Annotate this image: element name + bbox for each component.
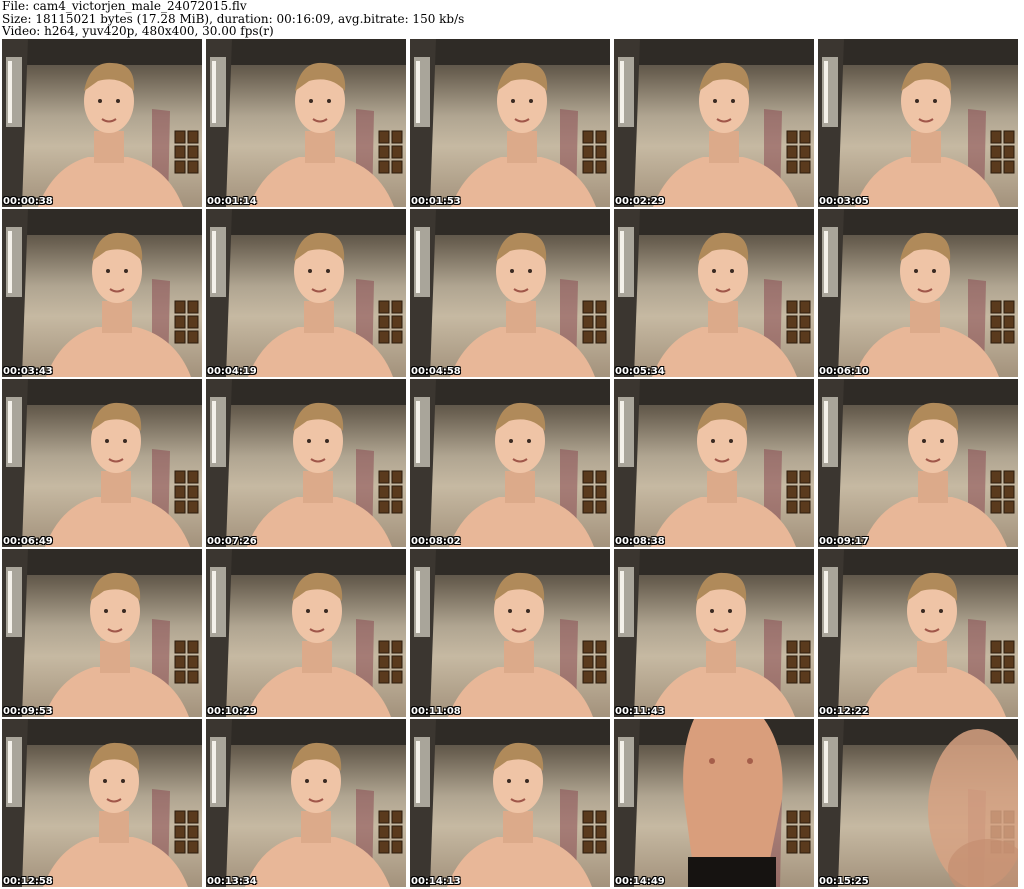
frame-image-face xyxy=(206,549,406,717)
frame-image-face xyxy=(614,209,814,377)
video-thumbnail: 00:12:22 xyxy=(818,549,1018,717)
frame-image-face xyxy=(2,209,202,377)
frame-image-face xyxy=(818,39,1018,207)
video-thumbnail: 00:04:58 xyxy=(410,209,610,377)
video-thumbnail: 00:07:26 xyxy=(206,379,406,547)
video-thumbnail: 00:06:49 xyxy=(2,379,202,547)
video-thumbnail: 00:13:34 xyxy=(206,719,406,887)
frame-timestamp: 00:00:38 xyxy=(3,196,53,207)
frame-timestamp: 00:03:43 xyxy=(3,366,53,377)
video-thumbnail: 00:05:34 xyxy=(614,209,814,377)
frame-timestamp: 00:08:02 xyxy=(411,536,461,547)
frame-timestamp: 00:14:13 xyxy=(411,876,461,887)
video-thumbnail: 00:11:08 xyxy=(410,549,610,717)
frame-image-face xyxy=(410,549,610,717)
video-thumbnail: 00:11:43 xyxy=(614,549,814,717)
file-name-line: File: cam4_victorjen_male_24072015.flv xyxy=(2,0,247,13)
frame-image-blur xyxy=(818,719,1018,887)
frame-image-face xyxy=(818,209,1018,377)
frame-timestamp: 00:01:14 xyxy=(207,196,257,207)
frame-image-face xyxy=(2,719,202,887)
frame-timestamp: 00:13:34 xyxy=(207,876,257,887)
frame-timestamp: 00:04:19 xyxy=(207,366,257,377)
video-thumbnail: 00:01:14 xyxy=(206,39,406,207)
frame-image-face xyxy=(410,39,610,207)
frame-image-face xyxy=(206,719,406,887)
frame-timestamp: 00:04:58 xyxy=(411,366,461,377)
video-thumbnail: 00:03:43 xyxy=(2,209,202,377)
frame-timestamp: 00:03:05 xyxy=(819,196,869,207)
frame-timestamp: 00:10:29 xyxy=(207,706,257,717)
frame-timestamp: 00:07:26 xyxy=(207,536,257,547)
video-thumbnail: 00:06:10 xyxy=(818,209,1018,377)
video-thumbnail: 00:08:02 xyxy=(410,379,610,547)
frame-image-face xyxy=(206,379,406,547)
frame-image-face xyxy=(614,39,814,207)
frame-timestamp: 00:14:49 xyxy=(615,876,665,887)
video-thumbnail: 00:03:05 xyxy=(818,39,1018,207)
frame-timestamp: 00:11:43 xyxy=(615,706,665,717)
frame-image-face xyxy=(206,39,406,207)
frame-image-face xyxy=(2,39,202,207)
video-info-line: Video: h264, yuv420p, 480x400, 30.00 fps… xyxy=(2,24,274,38)
video-thumbnail: 00:08:38 xyxy=(614,379,814,547)
frame-image-face xyxy=(206,209,406,377)
frame-timestamp: 00:09:53 xyxy=(3,706,53,717)
video-thumbnail: 00:14:13 xyxy=(410,719,610,887)
video-thumbnail: 00:14:49 xyxy=(614,719,814,887)
frame-timestamp: 00:11:08 xyxy=(411,706,461,717)
thumbnail-grid: 00:00:38 00:01:14 00:01:53 00:02:29 00:03:05… xyxy=(2,39,1022,889)
frame-image-face xyxy=(410,209,610,377)
video-thumbnail: 00:00:38 xyxy=(2,39,202,207)
frame-image-face xyxy=(2,379,202,547)
video-thumbnail: 00:09:53 xyxy=(2,549,202,717)
frame-image-torso xyxy=(614,719,814,887)
frame-image-face xyxy=(410,719,610,887)
video-thumbnail: 00:15:25 xyxy=(818,719,1018,887)
frame-timestamp: 00:01:53 xyxy=(411,196,461,207)
frame-timestamp: 00:06:49 xyxy=(3,536,53,547)
video-thumbnail: 00:10:29 xyxy=(206,549,406,717)
video-thumbnail: 00:09:17 xyxy=(818,379,1018,547)
frame-image-face xyxy=(818,379,1018,547)
frame-image-face xyxy=(2,549,202,717)
frame-timestamp: 00:15:25 xyxy=(819,876,869,887)
file-info-header: File: cam4_victorjen_male_24072015.flv S… xyxy=(2,0,1022,38)
frame-image-face xyxy=(614,549,814,717)
frame-timestamp: 00:12:22 xyxy=(819,706,869,717)
frame-timestamp: 00:06:10 xyxy=(819,366,869,377)
video-thumbnail: 00:12:58 xyxy=(2,719,202,887)
video-thumbnail: 00:01:53 xyxy=(410,39,610,207)
frame-image-face xyxy=(818,549,1018,717)
frame-image-face xyxy=(614,379,814,547)
frame-timestamp: 00:08:38 xyxy=(615,536,665,547)
video-thumbnail: 00:04:19 xyxy=(206,209,406,377)
frame-timestamp: 00:05:34 xyxy=(615,366,665,377)
frame-timestamp: 00:09:17 xyxy=(819,536,869,547)
frame-timestamp: 00:02:29 xyxy=(615,196,665,207)
frame-timestamp: 00:12:58 xyxy=(3,876,53,887)
frame-image-face xyxy=(410,379,610,547)
video-thumbnail: 00:02:29 xyxy=(614,39,814,207)
